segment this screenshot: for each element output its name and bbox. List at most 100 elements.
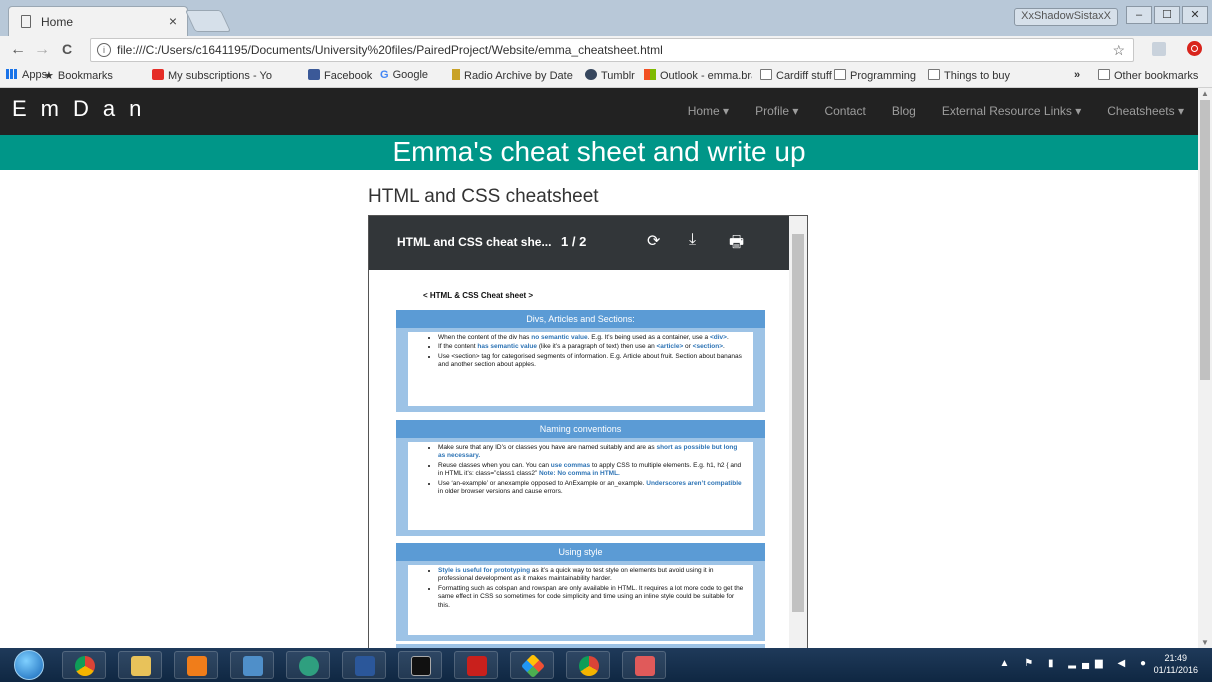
bookmark-google[interactable]: G Google	[380, 69, 428, 81]
new-tab-button[interactable]	[184, 10, 232, 32]
taskbar-snipping-tool[interactable]	[622, 651, 666, 679]
system-tray[interactable]: ▲ ⚑ ▮ ▂▄▆ ◀ ●	[1000, 658, 1152, 669]
terminal-icon	[411, 656, 431, 676]
taskbar-atom[interactable]	[286, 651, 330, 679]
bookmark-outlook[interactable]: Outlook - emma.brad	[644, 69, 752, 82]
bookmark-folder-programming[interactable]: Programming	[834, 69, 916, 82]
section-body-divs: When the content of the div has no seman…	[396, 328, 765, 412]
taskbar-cmd[interactable]	[398, 651, 442, 679]
taskbar-word[interactable]	[342, 651, 386, 679]
apps-grid-icon	[6, 69, 18, 79]
taskbar-chrome-2[interactable]	[566, 651, 610, 679]
tab-home[interactable]: Home ×	[8, 6, 188, 36]
bookmark-apps[interactable]: Apps	[6, 69, 47, 81]
pdf-title: HTML and CSS cheat she...	[397, 235, 552, 249]
reload-icon[interactable]: C	[62, 41, 72, 57]
pdf-toolbar: HTML and CSS cheat she... 1 / 2 ⟳ ⤓ 🖶	[369, 216, 789, 270]
snipping-tool-icon	[635, 656, 655, 676]
pdf-document-page: < HTML & CSS Cheat sheet > Divs, Article…	[369, 270, 789, 648]
clock-time: 21:49	[1164, 653, 1188, 663]
chrome-icon	[579, 656, 599, 676]
site-brand[interactable]: EmDan	[12, 96, 155, 122]
bookmark-folder-cardiff[interactable]: Cardiff stuff	[760, 69, 832, 82]
git-icon	[520, 653, 546, 679]
scroll-up-icon[interactable]: ▲	[1201, 89, 1209, 98]
taskbar-media-player[interactable]	[174, 651, 218, 679]
outlook-icon	[644, 69, 656, 80]
section-body-using-style: Style is useful for prototyping as it’s …	[396, 561, 765, 641]
extension-icon[interactable]	[1152, 42, 1166, 56]
taskbar-file-explorer[interactable]	[118, 651, 162, 679]
page-heading: HTML and CSS cheatsheet	[368, 186, 599, 207]
browser-toolbar: ← → C i file:///C:/Users/c1641195/Docume…	[0, 36, 1212, 64]
minimize-button[interactable]: –	[1126, 6, 1152, 24]
list-item: If the content has semantic value (like …	[438, 343, 745, 351]
maximize-button[interactable]: ☐	[1154, 6, 1180, 24]
facebook-icon	[308, 69, 320, 80]
print-icon[interactable]: 🖶	[729, 231, 744, 258]
nav-profile[interactable]: Profile ▾	[755, 104, 798, 118]
pdf-scrollbar-thumb[interactable]	[792, 234, 804, 612]
control-panel-icon	[243, 656, 263, 676]
nav-external-resource-links[interactable]: External Resource Links ▾	[942, 104, 1081, 118]
bookmark-facebook[interactable]: Facebook	[308, 69, 372, 82]
page-scrollbar[interactable]: ▲ ▼	[1198, 88, 1212, 648]
nav-home[interactable]: Home ▾	[688, 104, 729, 118]
google-icon: G	[380, 69, 389, 81]
bookmark-tumblr[interactable]: Tumblr	[585, 69, 635, 82]
start-button[interactable]	[14, 650, 44, 680]
taskbar-chrome[interactable]	[62, 651, 106, 679]
pdf-viewer[interactable]: HTML and CSS cheat she... 1 / 2 ⟳ ⤓ 🖶 < …	[368, 215, 808, 648]
scroll-down-icon[interactable]: ▼	[1201, 638, 1209, 647]
profile-button[interactable]: XxShadowSistaxX	[1014, 8, 1118, 26]
browser-tabstrip: Home × XxShadowSistaxX – ☐ ✕	[0, 0, 1212, 36]
taskbar-git[interactable]	[510, 651, 554, 679]
window-controls: – ☐ ✕	[1126, 6, 1208, 26]
bookmark-radio-archive[interactable]: Radio Archive by Date	[452, 69, 580, 82]
bookmark-youtube[interactable]: My subscriptions - Yo	[152, 69, 300, 82]
page-icon	[21, 15, 31, 28]
page-banner: Emma's cheat sheet and write up	[0, 135, 1198, 170]
nav-contact[interactable]: Contact	[824, 104, 865, 118]
folder-icon	[834, 69, 846, 80]
address-bar[interactable]: i file:///C:/Users/c1641195/Documents/Un…	[90, 38, 1134, 62]
chrome-icon	[75, 656, 95, 676]
bookmark-star-icon[interactable]: ☆	[1112, 39, 1125, 61]
pdf-page-indicator: 1 / 2	[561, 234, 586, 249]
folder-icon	[1098, 69, 1110, 80]
list-item: Use ‘an-example’ or anexample opposed to…	[438, 480, 745, 497]
clock-date: 01/11/2016	[1153, 665, 1198, 675]
list-item: When the content of the div has no seman…	[438, 334, 745, 342]
page-scrollbar-thumb[interactable]	[1200, 100, 1210, 380]
list-item: Style is useful for prototyping as it’s …	[438, 567, 745, 584]
folder-icon	[131, 656, 151, 676]
info-icon[interactable]: i	[97, 43, 111, 57]
section-title-using-style: Using style	[396, 543, 765, 561]
close-window-button[interactable]: ✕	[1182, 6, 1208, 24]
bookmark-bookmarks[interactable]: ★ Bookmarks	[44, 69, 113, 82]
pdf-doc-heading: < HTML & CSS Cheat sheet >	[423, 291, 534, 300]
pdf-page-total: 2	[579, 234, 587, 249]
back-icon[interactable]: ←	[10, 41, 26, 59]
section-body-naming: Make sure that any ID’s or classes you h…	[396, 438, 765, 536]
bookmark-folder-things-to-buy[interactable]: Things to buy	[928, 69, 1010, 82]
forward-icon[interactable]: →	[34, 41, 50, 59]
opera-extension-icon[interactable]	[1187, 41, 1202, 56]
nav-blog[interactable]: Blog	[892, 104, 916, 118]
taskbar-clock[interactable]: 21:49 01/11/2016	[1154, 652, 1198, 676]
url-text: file:///C:/Users/c1641195/Documents/Univ…	[117, 43, 663, 57]
tumblr-icon	[585, 69, 597, 80]
bookmarks-overflow-icon[interactable]: »	[1074, 69, 1080, 81]
nav-cheatsheets[interactable]: Cheatsheets ▾	[1107, 104, 1184, 118]
rotate-icon[interactable]: ⟳	[647, 231, 660, 251]
taskbar-acrobat[interactable]	[454, 651, 498, 679]
bookmark-other[interactable]: Other bookmarks	[1098, 69, 1198, 82]
taskbar-control-panel[interactable]	[230, 651, 274, 679]
tab-close-icon[interactable]: ×	[169, 13, 177, 29]
atom-icon	[299, 656, 319, 676]
pdf-page-current[interactable]: 1	[561, 234, 568, 249]
pdf-scrollbar[interactable]	[789, 216, 807, 648]
download-icon[interactable]: ⤓	[689, 231, 696, 249]
folder-icon	[928, 69, 940, 80]
youtube-icon	[152, 69, 164, 80]
